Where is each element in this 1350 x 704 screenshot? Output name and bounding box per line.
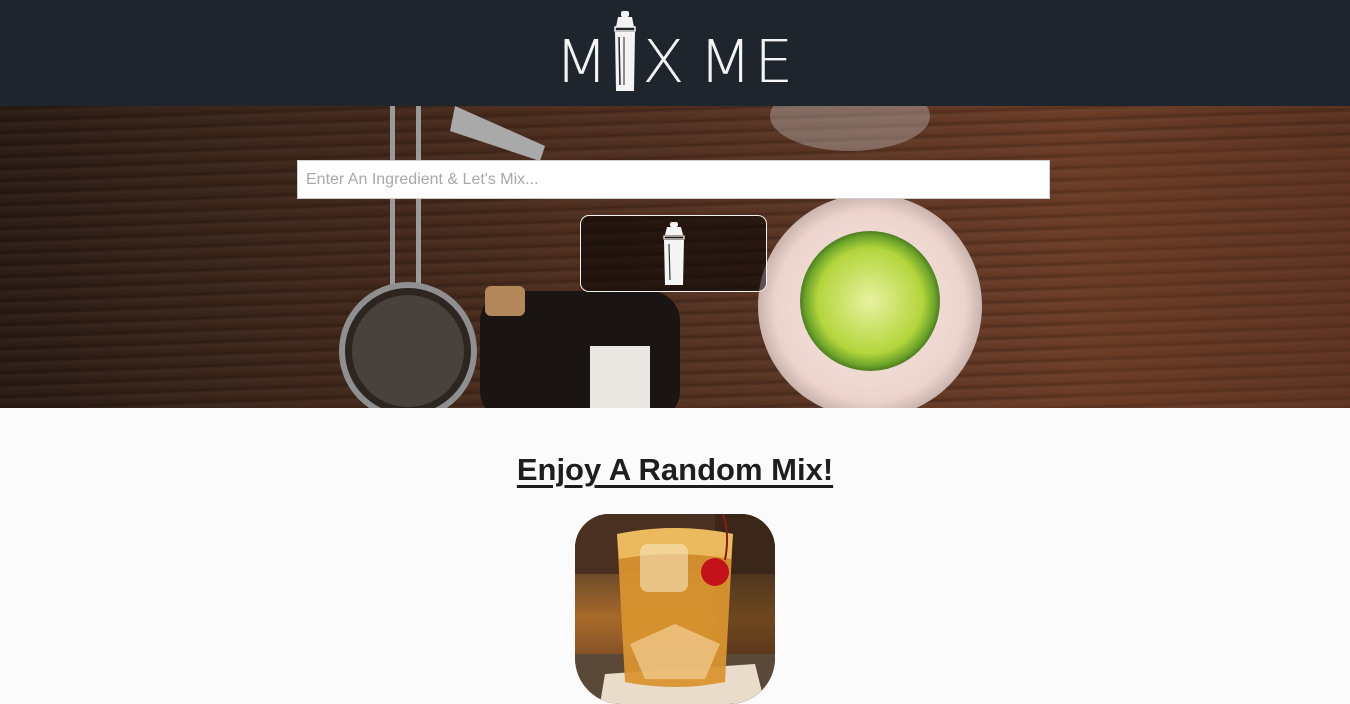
random-drink-image[interactable]: [575, 513, 775, 704]
ingredient-search-input[interactable]: [297, 160, 1050, 199]
shaker-logo-icon: [614, 11, 636, 91]
hero-banner: [0, 106, 1350, 408]
logo-letter-x: X: [642, 26, 687, 97]
top-bar: M X ME: [0, 0, 1350, 106]
mixme-logo[interactable]: M X ME: [554, 11, 796, 97]
logo-letter-m: M: [554, 26, 611, 97]
cocktail-shaker-icon: [662, 221, 685, 285]
random-mix-link[interactable]: Enjoy A Random Mix!: [517, 452, 833, 487]
mix-search-button[interactable]: [580, 215, 767, 292]
whiskey-sour-glass-illustration: [575, 513, 775, 704]
random-mix-heading[interactable]: Enjoy A Random Mix!: [0, 452, 1350, 488]
logo-word-me: ME: [698, 26, 796, 97]
